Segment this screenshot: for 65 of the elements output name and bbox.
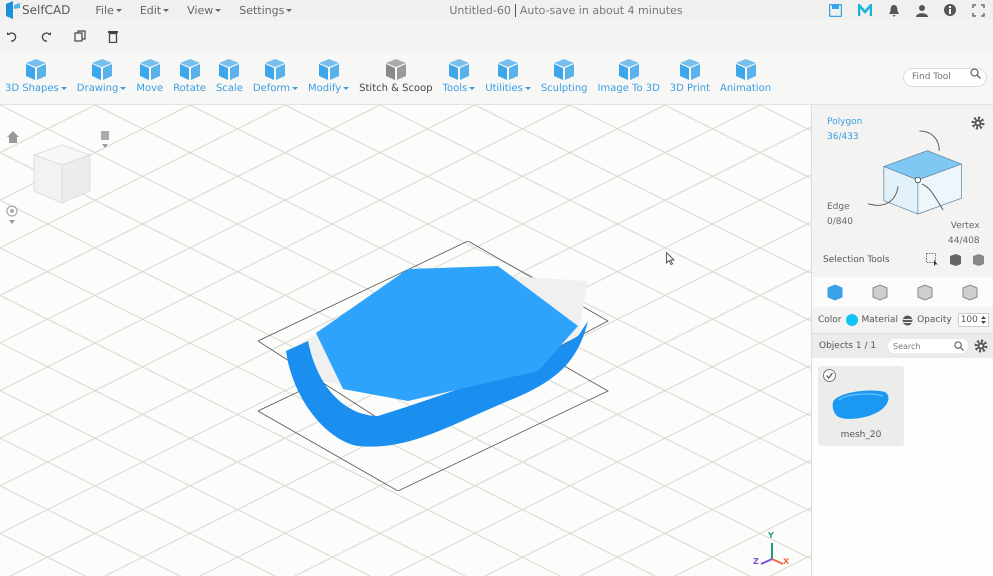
cursor-icon (666, 252, 675, 265)
color-swatch[interactable] (846, 314, 858, 326)
objects-count: Objects 1 / 1 (819, 341, 876, 351)
view-mode-cube-icon[interactable] (962, 284, 978, 300)
menu-item[interactable]: Settings (230, 4, 302, 16)
autosave-status: Auto-save in about 4 minutes (520, 4, 683, 16)
brand-name: SelfCAD (22, 3, 70, 17)
axis-label: X (783, 557, 790, 566)
cube-select-icon[interactable] (972, 253, 985, 266)
axis-label: Y (768, 531, 774, 540)
toolbar-tool[interactable]: Drawing (72, 56, 132, 94)
selection-tools-label: Selection Tools (823, 254, 890, 264)
toolbar-tool[interactable]: 3D Print (664, 56, 716, 94)
search-icon (970, 68, 981, 79)
logo-icon (4, 1, 20, 19)
toolbar-tool[interactable]: Stitch & Scoop (354, 56, 438, 94)
view-mode-cube-icon[interactable] (917, 284, 934, 300)
cube-select-icon[interactable] (949, 253, 962, 266)
selection-mode[interactable]: Polygon 36/433 (827, 115, 862, 145)
view-mode-cube-icon[interactable] (826, 284, 843, 300)
settings-icon[interactable] (971, 116, 985, 130)
menu-item[interactable]: View (178, 4, 230, 16)
fullscreen-icon[interactable] (972, 4, 985, 16)
find-tool-field[interactable]: Find Tool (903, 68, 987, 86)
opacity-label: Opacity (917, 315, 952, 325)
toolbar-tool[interactable]: Image To 3D (592, 56, 665, 94)
selection-mode[interactable]: Edge 0/840 (827, 200, 853, 230)
object-card[interactable]: mesh_20 (818, 366, 904, 446)
menu-item[interactable]: File (86, 4, 131, 16)
toolbar-tool[interactable]: Rotate (168, 56, 211, 94)
sphere-icon[interactable] (902, 314, 914, 326)
bowl-thumbnail-icon (831, 388, 891, 422)
orbit-icon[interactable] (6, 205, 18, 225)
view-mode-cube-icon[interactable] (872, 284, 888, 300)
color-label: Color (818, 315, 842, 325)
redo-icon[interactable] (40, 30, 52, 42)
toolbar-tool[interactable]: Deform (248, 56, 304, 94)
home-icon[interactable] (7, 131, 19, 143)
material-label: Material (862, 315, 898, 325)
toolbar-tool[interactable]: Sculpting (536, 56, 593, 94)
bell-icon[interactable] (888, 4, 900, 16)
toolbar-tool[interactable]: Tools (438, 56, 480, 94)
user-icon[interactable] (916, 4, 928, 16)
toolbar-tool[interactable]: 3D Shapes (0, 56, 72, 94)
trash-icon[interactable] (108, 30, 118, 42)
spinner-icon[interactable] (980, 315, 986, 325)
toolbar-tool[interactable]: Animation (715, 56, 776, 94)
document-title: Untitled-60 (449, 4, 511, 16)
settings-icon[interactable] (974, 339, 988, 353)
box-select-icon[interactable] (926, 253, 939, 266)
toolbar-tool[interactable]: Move (131, 56, 168, 94)
object-search-field[interactable]: Search (888, 339, 968, 353)
toolbar-tool[interactable]: Modify (303, 56, 354, 94)
info-icon[interactable] (944, 4, 956, 16)
copy-icon[interactable] (74, 30, 86, 42)
selection-mode[interactable]: Vertex 44/408 (948, 219, 980, 249)
toolbar-tool[interactable]: Scale (210, 56, 248, 94)
camera-icon[interactable] (100, 129, 110, 149)
check-icon[interactable] (823, 369, 836, 382)
menu-item[interactable]: Edit (130, 4, 178, 16)
opacity-input[interactable]: 100 (958, 313, 989, 327)
undo-icon[interactable] (6, 30, 18, 42)
toolbar-tool[interactable]: Utilities (480, 56, 536, 94)
search-icon (954, 341, 964, 351)
axis-label: Z (753, 557, 759, 566)
